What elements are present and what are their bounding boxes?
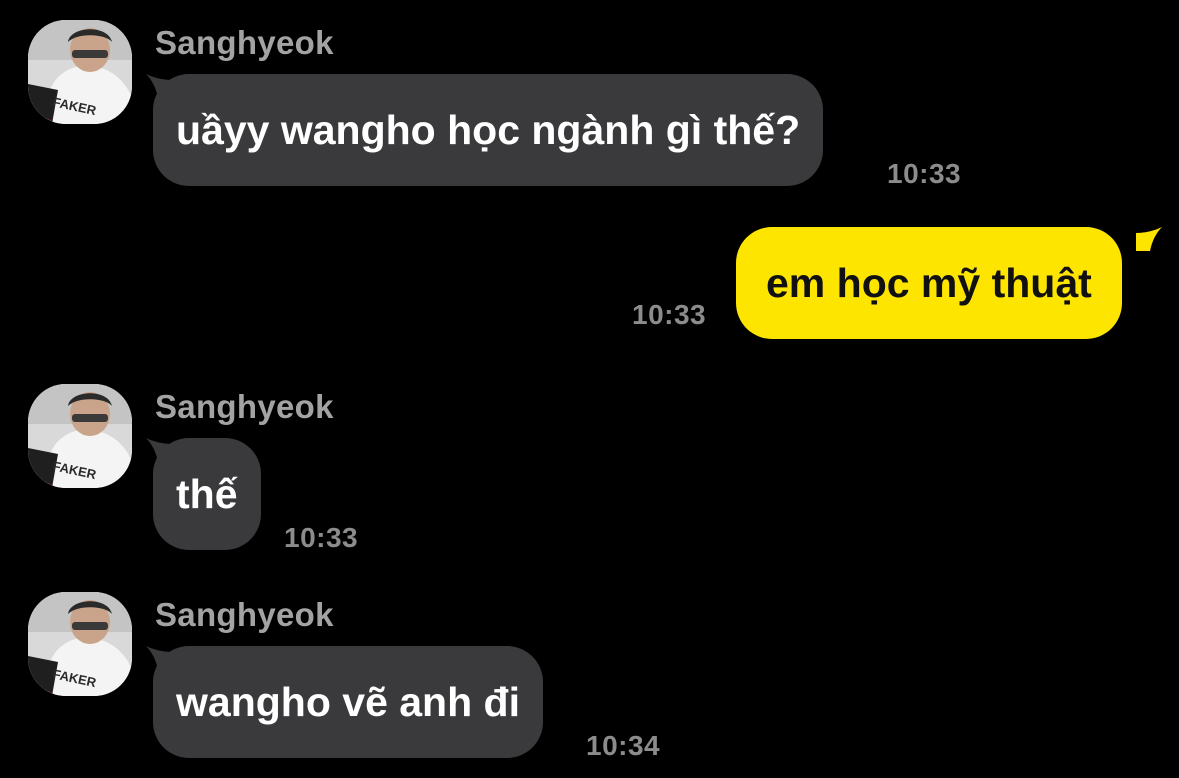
sender-avatar[interactable]: FAKER	[28, 384, 132, 488]
sender-avatar[interactable]: FAKER	[28, 20, 132, 124]
message-bubble-incoming[interactable]: wangho vẽ anh đi	[153, 646, 543, 758]
message-bubble-incoming[interactable]: thế	[153, 438, 261, 550]
message-text: thế	[176, 470, 238, 517]
profile-photo-icon: FAKER	[28, 20, 132, 124]
sender-name: Sanghyeok	[155, 24, 334, 61]
bubble-tail-icon	[1136, 227, 1162, 251]
sender-name: Sanghyeok	[155, 388, 334, 425]
message-timestamp: 10:33	[284, 522, 359, 553]
profile-photo-icon: FAKER	[28, 384, 132, 488]
message-timestamp: 10:34	[586, 730, 661, 761]
message-text: uầyy wangho học ngành gì thế?	[176, 106, 801, 153]
message-bubble-outgoing[interactable]: em học mỹ thuật	[736, 227, 1122, 339]
message-text: wangho vẽ anh đi	[176, 678, 520, 725]
message-timestamp: 10:33	[887, 158, 962, 189]
sender-name: Sanghyeok	[155, 596, 334, 633]
message-text: em học mỹ thuật	[766, 259, 1092, 306]
message-bubble-incoming[interactable]: uầyy wangho học ngành gì thế?	[153, 74, 824, 186]
profile-photo-icon: FAKER	[28, 592, 132, 696]
sender-avatar[interactable]: FAKER	[28, 592, 132, 696]
message-timestamp: 10:33	[632, 299, 707, 330]
